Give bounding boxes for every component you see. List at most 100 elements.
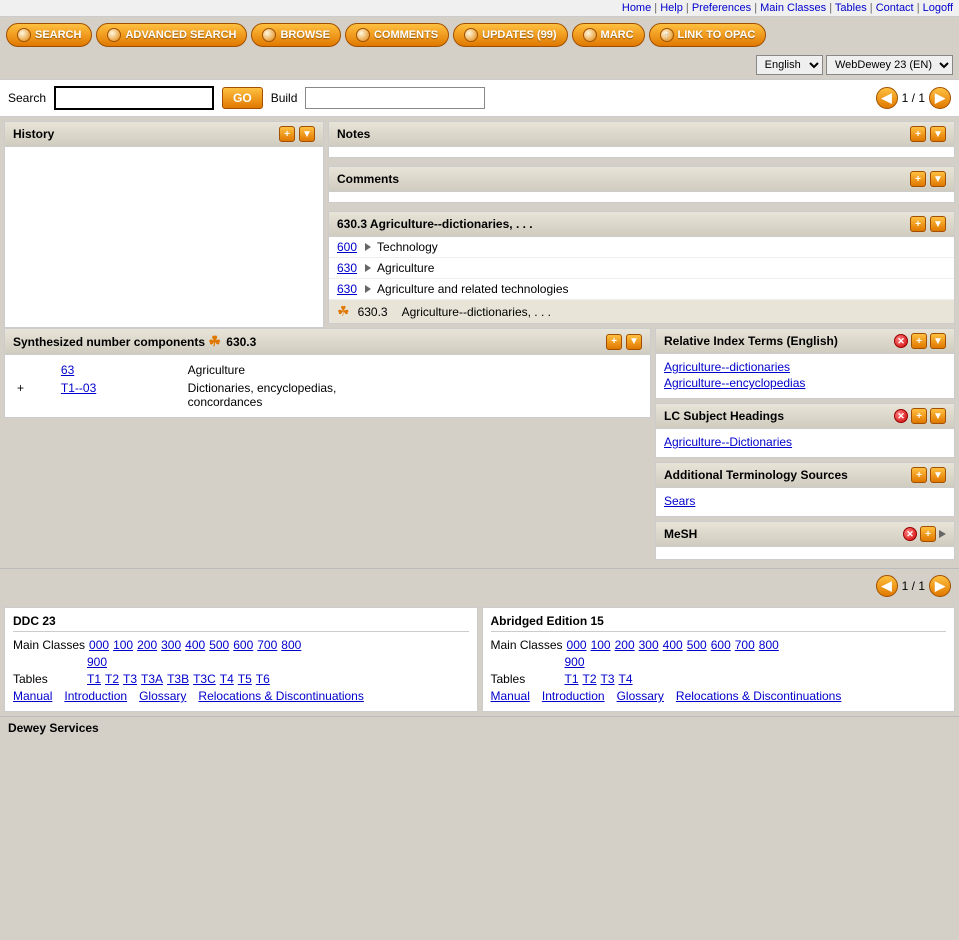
relative-index-remove-button[interactable]: ✕ bbox=[894, 334, 908, 348]
ddc23-600[interactable]: 600 bbox=[233, 638, 253, 652]
breadcrumb-label-3: Agriculture and related technologies bbox=[377, 282, 568, 296]
history-collapse-button[interactable]: ▼ bbox=[299, 126, 315, 142]
comments-collapse-button[interactable]: ▼ bbox=[930, 171, 946, 187]
abridged-700[interactable]: 700 bbox=[735, 638, 755, 652]
mesh-remove-button[interactable]: ✕ bbox=[903, 527, 917, 541]
abridged-600[interactable]: 600 bbox=[711, 638, 731, 652]
ddc23-t4[interactable]: T4 bbox=[220, 672, 234, 686]
ddc23-500[interactable]: 500 bbox=[209, 638, 229, 652]
comments-button[interactable]: COMMENTS bbox=[345, 23, 449, 47]
abridged-relocations[interactable]: Relocations & Discontinuations bbox=[676, 689, 841, 703]
sears-link[interactable]: Sears bbox=[664, 494, 946, 508]
ddc23-400[interactable]: 400 bbox=[185, 638, 205, 652]
abridged-manual[interactable]: Manual bbox=[491, 689, 530, 703]
classification-add-button[interactable]: + bbox=[910, 216, 926, 232]
home-link[interactable]: Home bbox=[622, 2, 651, 14]
ddc23-t6[interactable]: T6 bbox=[256, 672, 270, 686]
lc-subject-controls: ✕ + ▼ bbox=[894, 408, 946, 424]
breadcrumb-row-3: 630 Agriculture and related technologies bbox=[329, 279, 954, 300]
abridged-200[interactable]: 200 bbox=[615, 638, 635, 652]
go-button[interactable]: GO bbox=[222, 87, 263, 109]
history-panel: History + ▼ bbox=[4, 121, 324, 328]
ddc23-t3[interactable]: T3 bbox=[123, 672, 137, 686]
ddc23-t5[interactable]: T5 bbox=[238, 672, 252, 686]
abridged-900[interactable]: 900 bbox=[565, 655, 585, 669]
ddc23-t3a[interactable]: T3A bbox=[141, 672, 163, 686]
mesh-expand-button[interactable] bbox=[939, 530, 946, 538]
logoff-link[interactable]: Logoff bbox=[923, 2, 953, 14]
synthesized-collapse-button[interactable]: ▼ bbox=[626, 334, 642, 350]
ddc23-t3c[interactable]: T3C bbox=[193, 672, 216, 686]
next-page-button[interactable]: ▶ bbox=[929, 87, 951, 109]
ddc23-t1[interactable]: T1 bbox=[87, 672, 101, 686]
edition-select[interactable]: WebDewey 23 (EN) bbox=[826, 55, 953, 75]
ddc23-000[interactable]: 000 bbox=[89, 638, 109, 652]
build-input[interactable] bbox=[305, 87, 485, 109]
search-button[interactable]: SEARCH bbox=[6, 23, 92, 47]
ddc23-t3b[interactable]: T3B bbox=[167, 672, 189, 686]
search-input[interactable] bbox=[54, 86, 214, 110]
ddc23-200[interactable]: 200 bbox=[137, 638, 157, 652]
synthesized-add-button[interactable]: + bbox=[606, 334, 622, 350]
abridged-400[interactable]: 400 bbox=[663, 638, 683, 652]
additional-terminology-collapse-button[interactable]: ▼ bbox=[930, 467, 946, 483]
lc-subject-link-1[interactable]: Agriculture--Dictionaries bbox=[664, 435, 946, 449]
abridged-introduction[interactable]: Introduction bbox=[542, 689, 605, 703]
abridged-100[interactable]: 100 bbox=[591, 638, 611, 652]
bottom-next-page-button[interactable]: ▶ bbox=[929, 575, 951, 597]
abridged-glossary[interactable]: Glossary bbox=[617, 689, 664, 703]
browse-button[interactable]: BROWSE bbox=[251, 23, 341, 47]
help-link[interactable]: Help bbox=[660, 2, 683, 14]
notes-collapse-button[interactable]: ▼ bbox=[930, 126, 946, 142]
relative-index-link-2[interactable]: Agriculture--encyclopedias bbox=[664, 376, 946, 390]
synth-link-t103[interactable]: T1--03 bbox=[61, 381, 96, 395]
contact-link[interactable]: Contact bbox=[876, 2, 914, 14]
relative-index-add-button[interactable]: + bbox=[911, 333, 927, 349]
ddc23-900[interactable]: 900 bbox=[87, 655, 107, 669]
abridged-000[interactable]: 000 bbox=[567, 638, 587, 652]
ddc23-300[interactable]: 300 bbox=[161, 638, 181, 652]
ddc23-introduction[interactable]: Introduction bbox=[64, 689, 127, 703]
lc-subject-remove-button[interactable]: ✕ bbox=[894, 409, 908, 423]
ddc23-glossary[interactable]: Glossary bbox=[139, 689, 186, 703]
notes-add-button[interactable]: + bbox=[910, 126, 926, 142]
bottom-prev-page-button[interactable]: ◀ bbox=[876, 575, 898, 597]
synth-link-63[interactable]: 63 bbox=[61, 363, 74, 377]
comments-add-button[interactable]: + bbox=[910, 171, 926, 187]
abridged-t1[interactable]: T1 bbox=[565, 672, 579, 686]
ddc23-relocations[interactable]: Relocations & Discontinuations bbox=[198, 689, 363, 703]
mesh-add-button[interactable]: + bbox=[920, 526, 936, 542]
ddc23-800[interactable]: 800 bbox=[281, 638, 301, 652]
ddc23-t2[interactable]: T2 bbox=[105, 672, 119, 686]
ddc23-700[interactable]: 700 bbox=[257, 638, 277, 652]
history-add-button[interactable]: + bbox=[279, 126, 295, 142]
updates-button[interactable]: UPDATES (99) bbox=[453, 23, 567, 47]
advanced-search-button[interactable]: ADVANCED SEARCH bbox=[96, 23, 247, 47]
abridged-t3[interactable]: T3 bbox=[601, 672, 615, 686]
comments-controls: + ▼ bbox=[910, 171, 946, 187]
breadcrumb-link-600[interactable]: 600 bbox=[337, 240, 357, 254]
additional-terminology-add-button[interactable]: + bbox=[911, 467, 927, 483]
relative-index-collapse-button[interactable]: ▼ bbox=[930, 333, 946, 349]
language-select[interactable]: English bbox=[756, 55, 823, 75]
abridged-t4[interactable]: T4 bbox=[619, 672, 633, 686]
breadcrumb-link-630-1[interactable]: 630 bbox=[337, 261, 357, 275]
abridged-800[interactable]: 800 bbox=[759, 638, 779, 652]
prev-page-button[interactable]: ◀ bbox=[876, 87, 898, 109]
abridged-500[interactable]: 500 bbox=[687, 638, 707, 652]
abridged-300[interactable]: 300 bbox=[639, 638, 659, 652]
breadcrumb-link-630-2[interactable]: 630 bbox=[337, 282, 357, 296]
lc-subject-add-button[interactable]: + bbox=[911, 408, 927, 424]
abridged-t2[interactable]: T2 bbox=[583, 672, 597, 686]
marc-button[interactable]: MARC bbox=[572, 23, 645, 47]
link-to-opac-button[interactable]: ↑ LINK TO OPAC bbox=[649, 23, 767, 47]
classification-collapse-button[interactable]: ▼ bbox=[930, 216, 946, 232]
main-classes-link[interactable]: Main Classes bbox=[760, 2, 826, 14]
synthesized-header: Synthesized number components ☘ 630.3 + … bbox=[5, 329, 650, 355]
ddc23-manual[interactable]: Manual bbox=[13, 689, 52, 703]
lc-subject-collapse-button[interactable]: ▼ bbox=[930, 408, 946, 424]
tables-link[interactable]: Tables bbox=[835, 2, 867, 14]
relative-index-link-1[interactable]: Agriculture--dictionaries bbox=[664, 360, 946, 374]
preferences-link[interactable]: Preferences bbox=[692, 2, 751, 14]
ddc23-100[interactable]: 100 bbox=[113, 638, 133, 652]
